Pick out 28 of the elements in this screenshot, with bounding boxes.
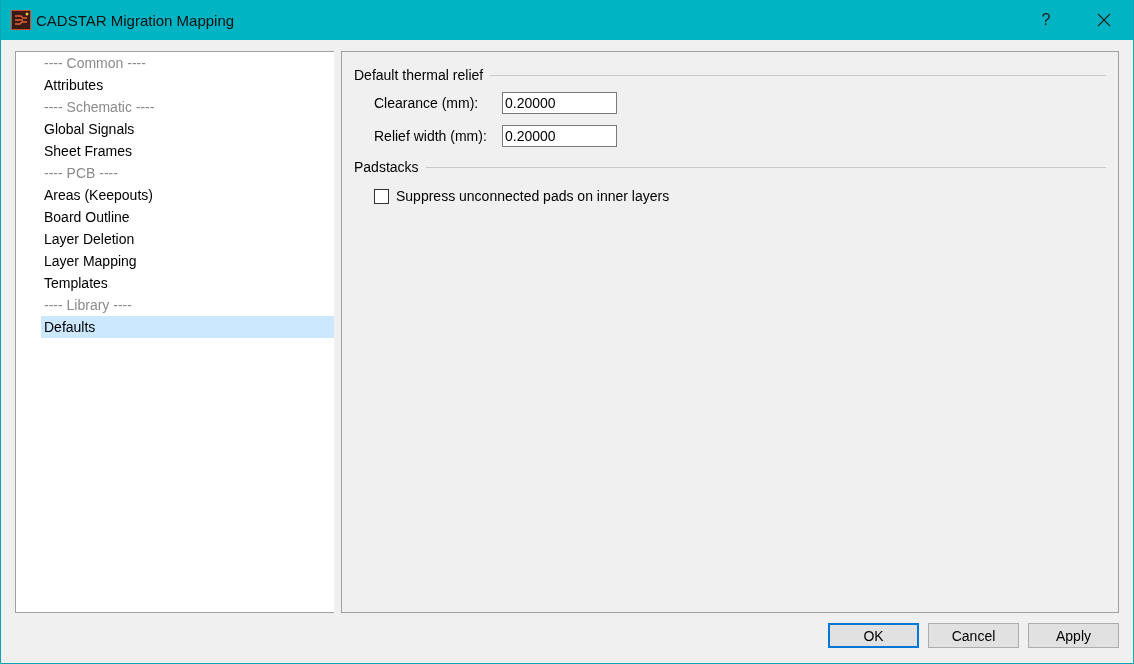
category-header: ---- Schematic ---- <box>43 98 156 117</box>
checkbox-label[interactable]: Suppress unconnected pads on inner layers <box>396 188 670 204</box>
field-label: Relief width (mm): <box>374 127 488 144</box>
list-item[interactable]: Areas (Keepouts) <box>41 184 334 206</box>
checkbox[interactable] <box>374 188 389 204</box>
dialog-button[interactable]: OK <box>828 623 919 648</box>
list-item[interactable]: Attributes <box>41 74 334 96</box>
close-icon <box>1097 13 1111 27</box>
input-field[interactable]: 0.20000 <box>502 124 617 147</box>
list-item[interactable]: Defaults <box>41 316 334 338</box>
category-header: ---- Library ---- <box>43 296 133 315</box>
field-label: Clearance (mm): <box>374 94 480 111</box>
window-title: CADSTAR Migration Mapping <box>36 11 236 29</box>
dialog-button[interactable]: Cancel <box>928 623 1019 648</box>
list-item[interactable]: Templates <box>41 272 334 294</box>
group-title: Padstacks <box>354 159 419 175</box>
list-item[interactable]: Sheet Frames <box>41 140 334 162</box>
list-item[interactable]: Layer Deletion <box>41 228 334 250</box>
list-item[interactable]: Layer Mapping <box>41 250 334 272</box>
input-field[interactable]: 0.20000 <box>502 91 617 114</box>
app-icon <box>11 10 31 30</box>
help-button[interactable]: ? <box>1017 0 1075 40</box>
group-title: Default thermal relief <box>354 67 484 83</box>
list-item[interactable]: Board Outline <box>41 206 334 228</box>
category-header: ---- Common ---- <box>43 54 147 73</box>
list-item[interactable]: Global Signals <box>41 118 334 140</box>
dialog-button[interactable]: Apply <box>1028 623 1119 648</box>
category-header: ---- PCB ---- <box>43 164 119 183</box>
